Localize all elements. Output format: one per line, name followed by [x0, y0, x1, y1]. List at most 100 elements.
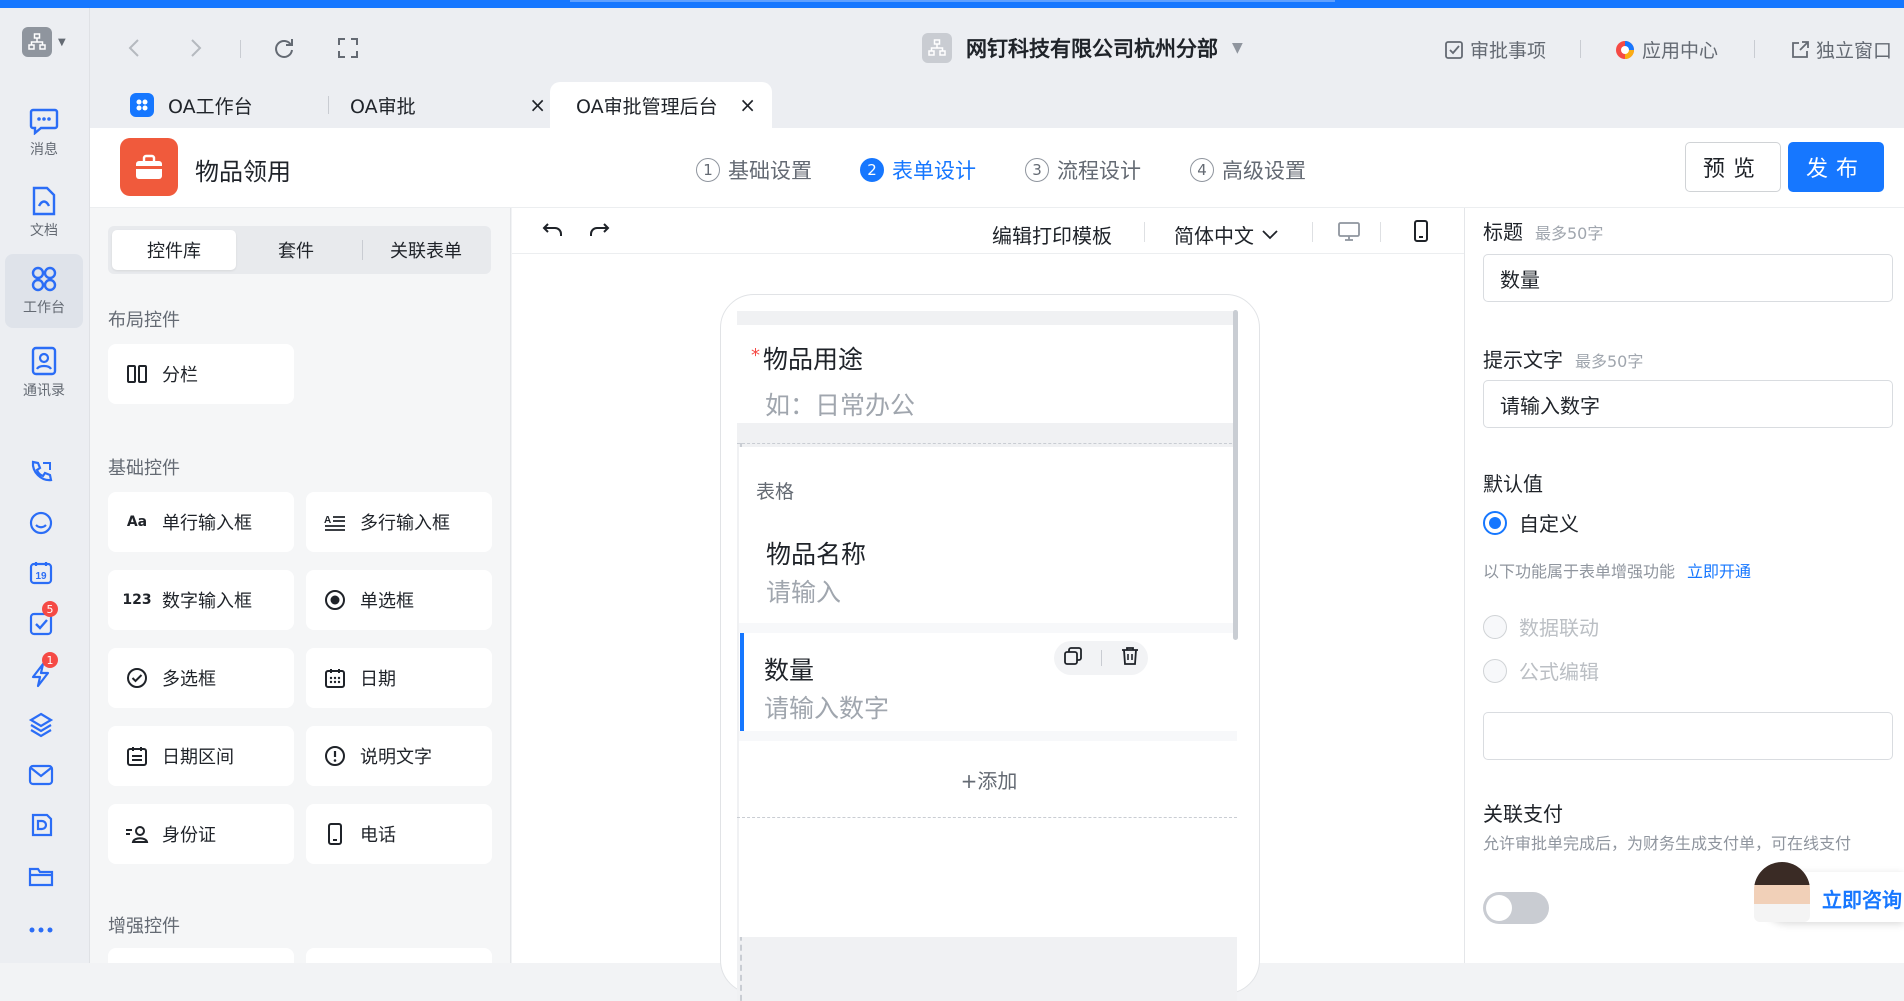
segment-linked-forms[interactable]: 关联表单	[366, 230, 486, 270]
step-process-design[interactable]: 3 流程设计	[1025, 155, 1141, 185]
cloud-icon[interactable]	[24, 506, 58, 540]
radio-data-linkage[interactable]: 数据联动	[1483, 612, 1599, 641]
approval-items-label: 审批事项	[1470, 40, 1547, 62]
publish-button[interactable]: 发布	[1788, 142, 1884, 192]
control-radio[interactable]: 单选框	[306, 570, 492, 630]
step-number: 1	[696, 158, 720, 182]
add-row-button[interactable]: +添加	[739, 741, 1237, 817]
rail-item-messages[interactable]: 消息	[5, 96, 83, 170]
app-center-link[interactable]: 应用中心	[1614, 36, 1718, 63]
preview-button[interactable]: 预览	[1685, 142, 1781, 192]
edit-print-template-button[interactable]: 编辑打印模板	[992, 220, 1112, 249]
step-number: 3	[1025, 158, 1049, 182]
calendar-range-icon	[124, 743, 150, 769]
svg-text:19: 19	[35, 571, 47, 582]
tab-label: OA审批管理后台	[576, 95, 718, 118]
tab-oa-approval-admin[interactable]: OA审批管理后台 ×	[550, 82, 772, 128]
app-center-label: 应用中心	[1642, 40, 1719, 62]
layers-icon[interactable]	[24, 708, 58, 742]
control-single-line-input[interactable]: Aa 单行输入框	[108, 492, 294, 552]
control-description-text[interactable]: 说明文字	[306, 726, 492, 786]
mobile-preview-icon[interactable]	[1414, 220, 1428, 246]
default-value-input[interactable]	[1483, 712, 1893, 760]
control-multi-line-input[interactable]: A 多行输入框	[306, 492, 492, 552]
rail-label-messages: 消息	[30, 142, 58, 158]
control-phone[interactable]: 电话	[306, 804, 492, 864]
flash-badge: 1	[42, 652, 58, 668]
step-basic-settings[interactable]: 1 基础设置	[696, 155, 812, 185]
rail-item-contacts[interactable]: 通讯录	[5, 336, 83, 410]
control-checkbox[interactable]: 多选框	[108, 648, 294, 708]
back-arrow-icon[interactable]	[120, 34, 148, 62]
prop-label-text: 标题	[1483, 220, 1523, 244]
org-selector[interactable]: 网钉科技有限公司杭州分部 ▼	[922, 32, 1243, 64]
segment-controls[interactable]: 控件库	[112, 230, 236, 270]
radio-dot	[1483, 658, 1507, 683]
caret-down-icon: ▼	[1232, 40, 1243, 56]
chevron-down-icon: ▼	[58, 36, 66, 48]
step-advanced-settings[interactable]: 4 高级设置	[1190, 155, 1306, 185]
control-number-input[interactable]: 123 数字输入框	[108, 570, 294, 630]
field-quantity-selected[interactable]: 数量 请输入数字	[740, 633, 1237, 731]
standalone-window-link[interactable]: 独立窗口	[1790, 36, 1892, 63]
control-enhanced-1[interactable]	[108, 948, 294, 963]
trash-icon[interactable]	[1121, 646, 1139, 670]
control-library-panel: 控件库 套件 关联表单 布局控件 分栏 基础控件 Aa 单行输入框 A 多行输入…	[90, 208, 511, 963]
radio-label: 自定义	[1519, 512, 1579, 536]
redo-icon[interactable]	[588, 220, 610, 244]
prop-hint: 最多50字	[1575, 352, 1644, 371]
segment-kits[interactable]: 套件	[240, 230, 352, 270]
mail-icon[interactable]	[24, 758, 58, 792]
close-icon[interactable]: ×	[739, 93, 756, 117]
language-select[interactable]: 简体中文	[1174, 220, 1278, 249]
field-properties-panel: 标题 最多50字 数量 提示文字 最多50字 请输入数字 默认值 自定义 以下功能属…	[1464, 208, 1904, 963]
phone-scrollbar[interactable]	[1233, 310, 1238, 640]
multiline-text-icon: A	[322, 509, 348, 535]
calendar-icon[interactable]: 19	[24, 556, 58, 590]
radio-formula-edit[interactable]: 公式编辑	[1483, 656, 1599, 685]
more-icon[interactable]	[24, 913, 58, 947]
enable-now-link[interactable]: 立即开通	[1687, 562, 1751, 581]
rail-item-workbench[interactable]: 工作台	[5, 254, 83, 328]
close-icon[interactable]: ×	[529, 93, 546, 117]
field-item-purpose[interactable]: * 物品用途 如：日常办公	[737, 325, 1237, 423]
rail-item-docs[interactable]: 文档	[5, 176, 83, 250]
todo-badge: 5	[42, 601, 58, 617]
title-input[interactable]: 数量	[1483, 254, 1893, 302]
control-id-card[interactable]: 身份证	[108, 804, 294, 864]
control-enhanced-2[interactable]	[306, 948, 492, 963]
step-number: 4	[1190, 158, 1214, 182]
copy-icon[interactable]	[1063, 646, 1083, 670]
field-actions	[1054, 641, 1148, 675]
control-date[interactable]: 日期	[306, 648, 492, 708]
ding-doc-icon[interactable]	[24, 808, 58, 842]
control-label: 身份证	[162, 825, 216, 846]
prompt-input[interactable]: 请输入数字	[1483, 380, 1893, 428]
radio-custom[interactable]: 自定义	[1483, 508, 1579, 537]
payment-toggle[interactable]	[1483, 892, 1549, 924]
flash-icon[interactable]: 1	[24, 652, 58, 692]
control-date-range[interactable]: 日期区间	[108, 726, 294, 786]
control-columns[interactable]: 分栏	[108, 344, 294, 404]
toolbox-icon	[120, 138, 178, 196]
forward-arrow-icon[interactable]	[182, 34, 210, 62]
undo-icon[interactable]	[542, 220, 564, 244]
consult-widget[interactable]: 立即咨询	[1754, 862, 1904, 922]
desktop-preview-icon[interactable]	[1338, 221, 1360, 245]
control-label: 单行输入框	[162, 513, 252, 534]
tab-oa-approval[interactable]: OA审批 ×	[350, 82, 546, 128]
approval-items-link[interactable]: 审批事项	[1444, 36, 1546, 63]
org-switcher[interactable]: ▼	[22, 26, 70, 58]
radio-label: 公式编辑	[1519, 660, 1599, 684]
radio-dot	[1483, 510, 1507, 535]
chevron-down-icon	[1262, 229, 1278, 239]
fullscreen-icon[interactable]	[334, 34, 362, 62]
tab-oa-workbench[interactable]: OA工作台	[108, 82, 328, 128]
phone-call-icon[interactable]	[24, 455, 58, 489]
folder-icon[interactable]	[24, 859, 58, 893]
todo-icon[interactable]: 5	[24, 601, 58, 641]
step-form-design[interactable]: 2 表单设计	[860, 155, 976, 185]
table-container[interactable]: 表格 物品名称 请输入 数量 请输入数字 +添加	[737, 443, 1237, 1001]
refresh-icon[interactable]	[270, 34, 298, 62]
group-title-basic: 基础控件	[108, 458, 180, 479]
